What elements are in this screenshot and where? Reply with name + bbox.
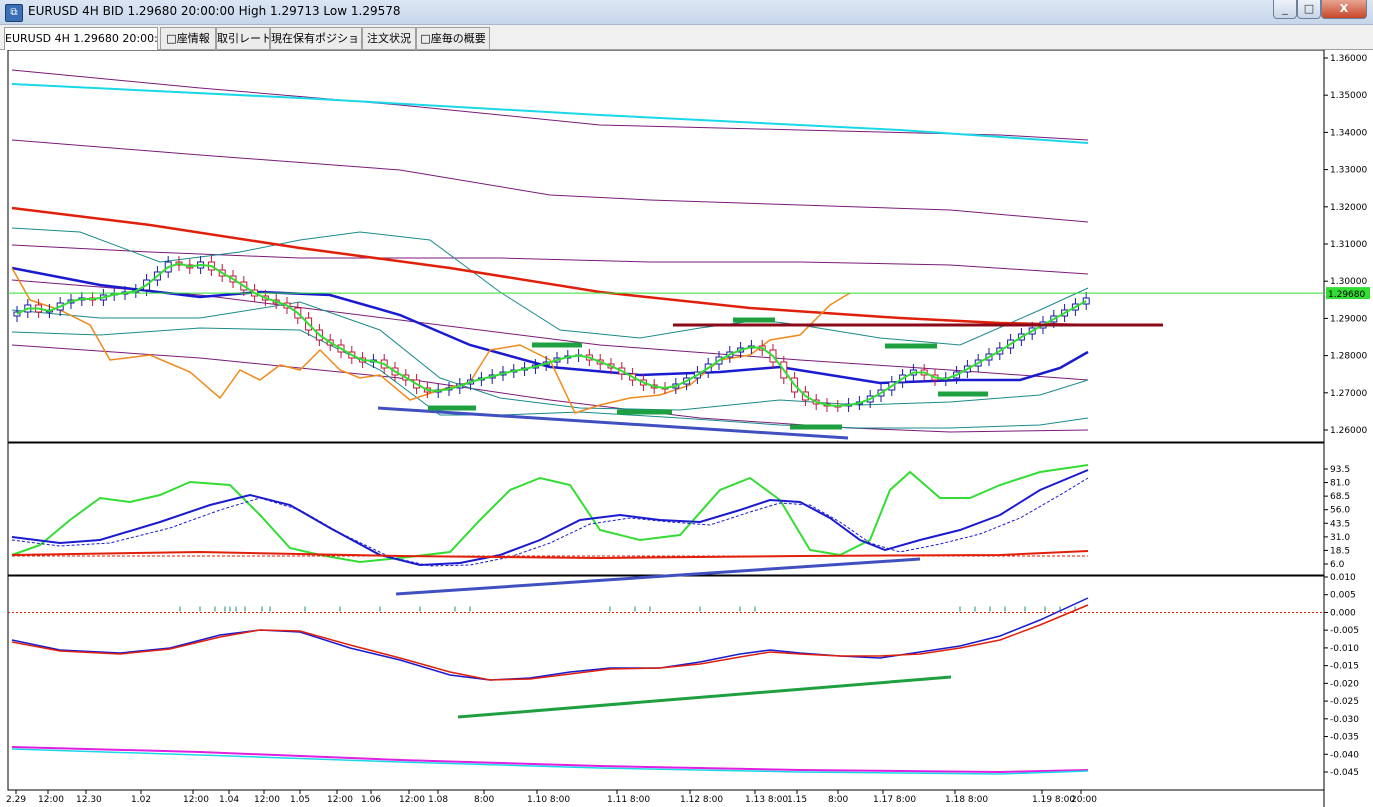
stoch-tick-label: 6.0: [1330, 560, 1345, 570]
window-controls: _ □ X: [1273, 0, 1369, 20]
purple-band-2: [11, 139, 1089, 223]
time-tick-label: 1.08: [428, 795, 448, 805]
window-title: EURUSD 4H BID 1.29680 20:00:00 High 1.29…: [28, 4, 401, 18]
price-tick-label: 1.30000: [1330, 277, 1367, 287]
price-tick-label: 1.35000: [1330, 91, 1367, 101]
main-panel-frame: [7, 50, 1325, 443]
close-button[interactable]: X: [1321, 0, 1367, 19]
window-titlebar: ⧉ EURUSD 4H BID 1.29680 20:00:00 High 1.…: [0, 0, 1373, 25]
price-tick-label: 1.31000: [1330, 240, 1367, 250]
teal-band-upper: [11, 227, 1089, 346]
macd-tick-label: -0.025: [1330, 697, 1359, 707]
red-ma: [11, 206, 1089, 327]
macd-panel-frame: [7, 575, 1325, 791]
stoch-tick-label: 31.0: [1330, 533, 1350, 543]
price-tick-label: 1.28000: [1330, 352, 1367, 362]
chart-canvas[interactable]: 1.36000 1.35000 1.34000 1.33000 1.32000 1.310…: [0, 50, 1373, 807]
time-tick-label: 1.15: [787, 795, 807, 805]
macd-tick-label: 0.010: [1330, 573, 1356, 583]
chart-window[interactable]: 1.36000 1.35000 1.34000 1.33000 1.32000 1.310…: [0, 50, 1373, 807]
stoch-tick-label: 18.5: [1330, 546, 1350, 556]
tab-positions[interactable]: 現在保有ポジション: [270, 27, 362, 49]
price-tick-label: 1.34000: [1330, 128, 1367, 138]
time-tick-label: 1.04: [219, 795, 239, 805]
tab-bar: EURUSD 4H 1.29680 20:00:00 □座情報 取引レート 現在…: [0, 25, 1373, 50]
time-tick-label: 12.30: [76, 795, 102, 805]
stoch-tick-label: 93.5: [1330, 465, 1350, 475]
magenta-line: [11, 746, 1089, 774]
price-tick-label: 1.27000: [1330, 389, 1367, 399]
tab-account-summary[interactable]: □座毎の概要: [416, 27, 490, 49]
stoch-d-line: [11, 469, 1089, 567]
purple-band-3: [11, 244, 1089, 275]
tab-chart-eurusd[interactable]: EURUSD 4H 1.29680 20:00:00: [4, 27, 158, 50]
time-tick-label: 1.12 8:00: [680, 795, 723, 805]
time-tick-label: 12:00: [38, 795, 64, 805]
minimize-button[interactable]: _: [1273, 0, 1297, 19]
price-badge: 1.29680: [1328, 290, 1365, 300]
macd-tick-label: -0.015: [1330, 662, 1359, 672]
stoch-k-line: [11, 464, 1089, 564]
time-tick-label: 1.05: [290, 795, 310, 805]
time-tick-label: 1.10 8:00: [527, 795, 570, 805]
time-tick-label: 20:00: [1071, 795, 1097, 805]
time-tick-label: 1.13 8:00: [745, 795, 788, 805]
stoch-tick-label: 56.0: [1330, 506, 1350, 516]
macd-line: [11, 597, 1089, 681]
price-tick-label: 1.32000: [1330, 203, 1367, 213]
time-tick-label: 12:00: [399, 795, 425, 805]
time-tick-label: 12:00: [254, 795, 280, 805]
time-tick-label: 12:00: [327, 795, 353, 805]
tab-account-info[interactable]: □座情報: [160, 27, 216, 49]
purple-band-top: [11, 69, 1089, 141]
maximize-button[interactable]: □: [1297, 0, 1321, 19]
macd-tick-label: 0.000: [1330, 608, 1356, 618]
time-tick-label: 1.18 8:00: [945, 795, 988, 805]
macd-signal-line: [11, 604, 1089, 681]
macd-tick-label: -0.045: [1330, 768, 1359, 778]
macd-tick-label: 0.005: [1330, 591, 1356, 601]
macd-tick-label: -0.010: [1330, 644, 1359, 654]
app-icon: ⧉: [5, 4, 23, 22]
time-tick-label: 1.11 8:00: [607, 795, 650, 805]
macd-tick-label: -0.040: [1330, 750, 1359, 760]
macd-tick-label: -0.035: [1330, 733, 1359, 743]
cyan-lower-line: [11, 748, 1089, 775]
time-tick-label: 1.02: [131, 795, 151, 805]
time-tick-label: 12:00: [183, 795, 209, 805]
macd-tick-label: -0.030: [1330, 715, 1359, 725]
price-tick-label: 1.33000: [1330, 166, 1367, 176]
price-tick-label: 1.29000: [1330, 314, 1367, 324]
tab-orders[interactable]: 注文状況: [362, 27, 416, 49]
cyan-ma: [11, 83, 1089, 144]
stoch-tick-label: 81.0: [1330, 479, 1350, 489]
tab-rates[interactable]: 取引レート: [216, 27, 270, 49]
stoch-tick-label: 68.5: [1330, 492, 1350, 502]
macd-tick-label: -0.020: [1330, 679, 1359, 689]
time-tick-label: 2.29: [6, 795, 26, 805]
price-tick-label: 1.36000: [1330, 54, 1367, 64]
macd-trendline: [457, 675, 952, 719]
stochastic-panel-frame: [7, 442, 1325, 576]
price-tick-label: 1.26000: [1330, 426, 1367, 436]
time-tick-label: 8:00: [828, 795, 848, 805]
time-tick-label: 1.17 8:00: [873, 795, 916, 805]
time-tick-label: 1.06: [361, 795, 381, 805]
stoch-red-line: [11, 550, 1089, 560]
stoch-tick-label: 43.5: [1330, 519, 1350, 529]
time-tick-label: 1.19 8:00: [1032, 795, 1075, 805]
macd-tick-label: -0.005: [1330, 626, 1359, 636]
time-tick-label: 8:00: [474, 795, 494, 805]
